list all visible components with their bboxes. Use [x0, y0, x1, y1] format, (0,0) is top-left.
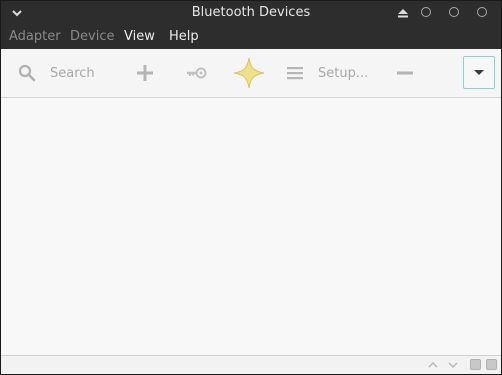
menu-lines-icon — [287, 67, 303, 80]
arrow-up-icon — [428, 361, 438, 368]
menu-device[interactable]: Device — [70, 29, 114, 44]
title-bar[interactable]: Bluetooth Devices — [1, 1, 501, 25]
status-indicator-right — [486, 359, 497, 370]
remove-button[interactable] — [396, 49, 414, 97]
status-indicator-left — [470, 359, 481, 370]
bluetooth-window: Bluetooth Devices Adapter Device View He… — [0, 0, 502, 375]
key-icon — [187, 67, 207, 79]
close-button[interactable] — [477, 7, 487, 17]
maximize-button[interactable] — [449, 7, 459, 17]
status-bar — [1, 355, 501, 374]
remove-icon — [397, 71, 413, 75]
minimize-button[interactable] — [421, 7, 431, 17]
device-list[interactable] — [1, 98, 501, 356]
arrow-down-icon — [448, 362, 458, 369]
menu-help[interactable]: Help — [169, 29, 199, 44]
chevron-down-icon — [474, 70, 484, 75]
add-button[interactable] — [135, 49, 155, 97]
search-button[interactable]: Search — [17, 49, 95, 97]
pair-button[interactable] — [185, 49, 209, 97]
setup-label: Setup... — [318, 65, 369, 81]
toolbar-overflow-button[interactable] — [463, 56, 495, 89]
toolbar: Search Setup... — [1, 49, 501, 98]
shade-icon[interactable] — [397, 7, 409, 19]
star-icon — [233, 57, 265, 89]
menu-adapter[interactable]: Adapter — [9, 29, 61, 44]
menu-view[interactable]: View — [124, 29, 155, 44]
search-icon — [18, 64, 36, 82]
trust-button[interactable] — [232, 49, 266, 97]
add-icon — [137, 65, 153, 81]
setup-button[interactable]: Setup... — [286, 49, 368, 97]
menu-bar: Adapter Device View Help — [1, 25, 501, 49]
search-label: Search — [50, 65, 95, 81]
